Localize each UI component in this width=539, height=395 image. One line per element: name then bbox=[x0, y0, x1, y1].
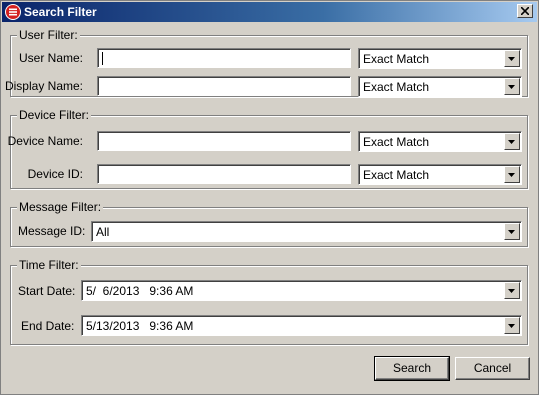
chevron-down-icon bbox=[508, 289, 515, 293]
chevron-down-icon bbox=[508, 324, 515, 328]
start-date-value: 5/ 6/2013 9:36 AM bbox=[86, 284, 194, 298]
device-id-match-select[interactable]: Exact Match bbox=[358, 164, 522, 185]
device-id-match-value: Exact Match bbox=[363, 168, 430, 182]
end-date-label: End Date: bbox=[21, 319, 75, 333]
chevron-down-icon bbox=[508, 57, 515, 61]
close-button[interactable] bbox=[517, 4, 533, 18]
start-date-picker[interactable]: 5/ 6/2013 9:36 AM bbox=[81, 280, 522, 301]
device-name-label: Device Name: bbox=[7, 134, 83, 148]
display-name-match-select[interactable]: Exact Match bbox=[358, 76, 522, 97]
display-name-match-value: Exact Match bbox=[363, 80, 430, 94]
display-name-input[interactable] bbox=[97, 76, 351, 96]
chevron-down-icon bbox=[508, 140, 515, 144]
text-caret bbox=[102, 52, 103, 65]
device-name-match-select[interactable]: Exact Match bbox=[358, 131, 522, 152]
time-filter-legend: Time Filter: bbox=[17, 258, 81, 272]
end-date-dropdown-button[interactable] bbox=[504, 317, 520, 334]
cancel-button[interactable]: Cancel bbox=[455, 357, 530, 380]
message-id-dropdown-button[interactable] bbox=[504, 223, 520, 240]
search-button[interactable]: Search bbox=[374, 356, 450, 381]
end-date-value: 5/13/2013 9:36 AM bbox=[86, 319, 194, 333]
message-filter-legend: Message Filter: bbox=[17, 200, 104, 214]
device-id-label: Device ID: bbox=[27, 167, 83, 181]
end-date-picker[interactable]: 5/13/2013 9:36 AM bbox=[81, 315, 522, 336]
display-name-match-dropdown-button[interactable] bbox=[504, 78, 520, 95]
chevron-down-icon bbox=[508, 85, 515, 89]
device-filter-legend: Device Filter: bbox=[17, 108, 92, 122]
user-name-match-value: Exact Match bbox=[363, 52, 430, 66]
start-date-label: Start Date: bbox=[18, 284, 76, 298]
user-name-label: User Name: bbox=[18, 51, 83, 65]
device-id-match-dropdown-button[interactable] bbox=[504, 166, 520, 183]
user-filter-legend: User Filter: bbox=[17, 28, 80, 42]
window-title: Search Filter bbox=[24, 5, 97, 19]
device-id-input[interactable] bbox=[97, 164, 351, 184]
device-name-match-dropdown-button[interactable] bbox=[504, 133, 520, 150]
message-id-label: Message ID: bbox=[18, 224, 86, 238]
user-name-input[interactable] bbox=[97, 48, 351, 68]
close-icon bbox=[521, 7, 529, 15]
start-date-dropdown-button[interactable] bbox=[504, 282, 520, 299]
app-icon bbox=[5, 4, 21, 20]
device-name-match-value: Exact Match bbox=[363, 135, 430, 149]
device-name-input[interactable] bbox=[97, 131, 351, 151]
chevron-down-icon bbox=[508, 173, 515, 177]
user-name-match-dropdown-button[interactable] bbox=[504, 50, 520, 67]
message-id-value: All bbox=[96, 225, 110, 239]
search-filter-dialog: Search Filter User Filter: User Name: Ex… bbox=[0, 0, 539, 395]
title-bar[interactable]: Search Filter bbox=[2, 2, 537, 22]
display-name-label: Display Name: bbox=[4, 79, 83, 93]
message-id-select[interactable]: All bbox=[91, 221, 522, 242]
user-name-match-select[interactable]: Exact Match bbox=[358, 48, 522, 69]
chevron-down-icon bbox=[508, 230, 515, 234]
